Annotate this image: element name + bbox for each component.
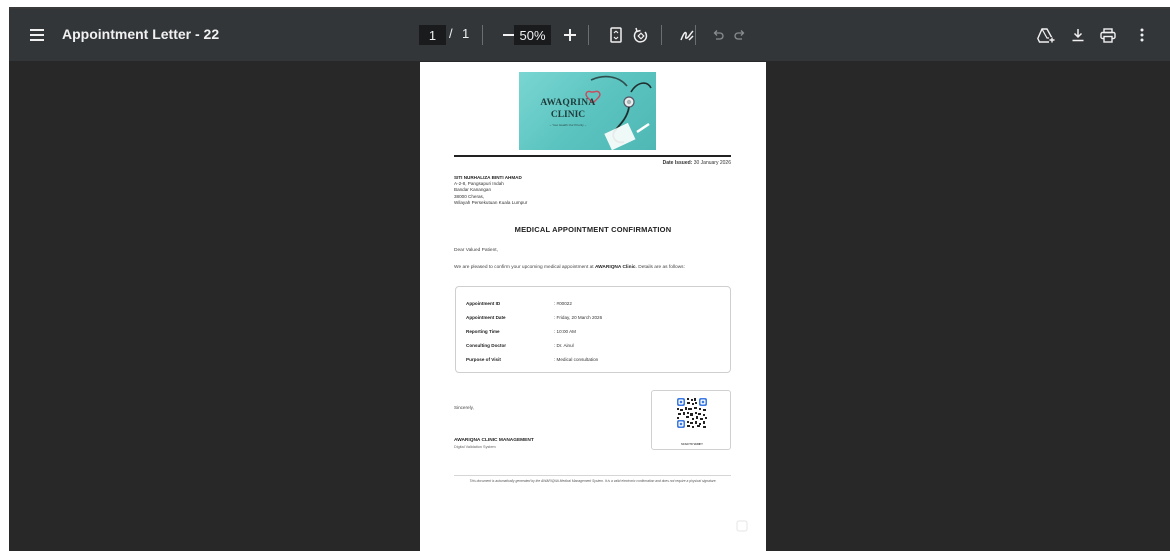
logo-clinic: CLINIC <box>550 110 586 120</box>
intro-paragraph: We are pleased to confirm your upcoming … <box>454 265 685 270</box>
intro-text-end: . Details are as follows: <box>635 265 685 270</box>
page-number-input[interactable]: 1 <box>419 25 446 45</box>
detail-value: : Dr. Ainul <box>554 343 574 348</box>
detail-value: : Friday, 20 March 2026 <box>554 315 603 320</box>
signatory-subtitle: Digital Validation System <box>454 445 496 449</box>
undo-icon <box>713 30 724 40</box>
detail-label: Purpose of Visit <box>466 357 501 362</box>
salutation: Dear Valued Patient, <box>454 248 498 253</box>
fit-page-icon <box>610 27 622 43</box>
logo-name: AWAQRINA <box>540 98 596 108</box>
detail-value: : Medical consultation <box>554 357 599 362</box>
page-total: 1 <box>462 26 470 41</box>
page-separator: / <box>449 26 453 41</box>
page-watermark-icon <box>736 520 748 532</box>
header-rule <box>454 155 731 157</box>
plus-icon <box>564 29 576 41</box>
detail-label: Appointment ID <box>466 301 501 306</box>
document-title: Appointment Letter - 22 <box>62 26 220 42</box>
toolbar-divider <box>661 25 662 45</box>
annotate-icon <box>680 30 694 41</box>
menu-button[interactable] <box>25 23 49 47</box>
redo-icon <box>734 30 745 40</box>
rotate-icon <box>633 27 648 43</box>
fit-page-button[interactable] <box>604 23 628 47</box>
redo-button[interactable] <box>728 23 752 47</box>
pdf-viewer: Appointment Letter - 22 1 / 1 50% AWAQRI… <box>9 9 1170 551</box>
undo-button[interactable] <box>706 23 730 47</box>
rotate-button[interactable] <box>629 23 653 47</box>
toolbar-divider <box>588 25 589 45</box>
letter-heading: MEDICAL APPOINTMENT CONFIRMATION <box>514 225 672 234</box>
save-to-drive-button[interactable] <box>1034 23 1058 47</box>
date-label: Date Issued: <box>662 160 693 166</box>
zoom-in-button[interactable] <box>558 23 582 47</box>
signatory-name: AWARIQNA CLINIC MANAGEMENT <box>454 438 534 443</box>
pdf-toolbar: Appointment Letter - 22 1 / 1 50% <box>9 9 1170 61</box>
date-issued: Date Issued: 30 January 2026 <box>663 160 731 166</box>
footer-disclaimer: This document is automatically generated… <box>469 479 717 483</box>
detail-value: : #00022 <box>554 301 572 306</box>
more-vert-icon <box>1140 28 1144 42</box>
zoom-input[interactable]: 50% <box>514 25 551 45</box>
pdf-page: AWAQRINA CLINIC ~ Your Health Our Priori… <box>420 62 766 551</box>
footer-rule <box>454 475 731 476</box>
address-line: Wilayah Persekutuan Kuala Lumpur <box>454 199 528 205</box>
menu-icon <box>30 29 44 41</box>
closing: Sincerely, <box>454 405 474 410</box>
download-icon <box>1072 29 1084 42</box>
drive-icon <box>1037 28 1055 43</box>
toolbar-divider <box>695 25 696 45</box>
recipient-address: SITI NURHALIZA BINTI AHMAD A-2-8, Pangsa… <box>454 175 527 206</box>
download-button[interactable] <box>1066 23 1090 47</box>
detail-label: Consulting Doctor <box>466 343 507 348</box>
qr-verification-box: SCAN TO VERIFY <box>651 390 731 450</box>
toolbar-divider <box>482 25 483 45</box>
intro-clinic-name: AWARIQNA Clinic <box>594 265 636 270</box>
print-button[interactable] <box>1096 23 1120 47</box>
detail-label: Reporting Time <box>466 329 500 334</box>
screen: Appointment Letter - 22 1 / 1 50% AWAQRI… <box>0 0 1170 551</box>
logo-tagline: ~ Your Health Our Priority ~ <box>549 123 587 127</box>
date-value: 30 January 2026 <box>693 160 731 166</box>
detail-value: : 10:00 AM <box>554 329 576 334</box>
clinic-logo: AWAQRINA CLINIC ~ Your Health Our Priori… <box>519 72 656 150</box>
intro-text: We are pleased to confirm your upcoming … <box>454 265 595 270</box>
appointment-details-box: Appointment ID : #00022 Appointment Date:… <box>455 286 731 373</box>
more-options-button[interactable] <box>1130 23 1154 47</box>
qr-caption: SCAN TO VERIFY <box>681 443 703 446</box>
qr-code-icon <box>676 397 708 429</box>
print-icon <box>1100 27 1116 43</box>
detail-label: Appointment Date <box>466 315 506 320</box>
